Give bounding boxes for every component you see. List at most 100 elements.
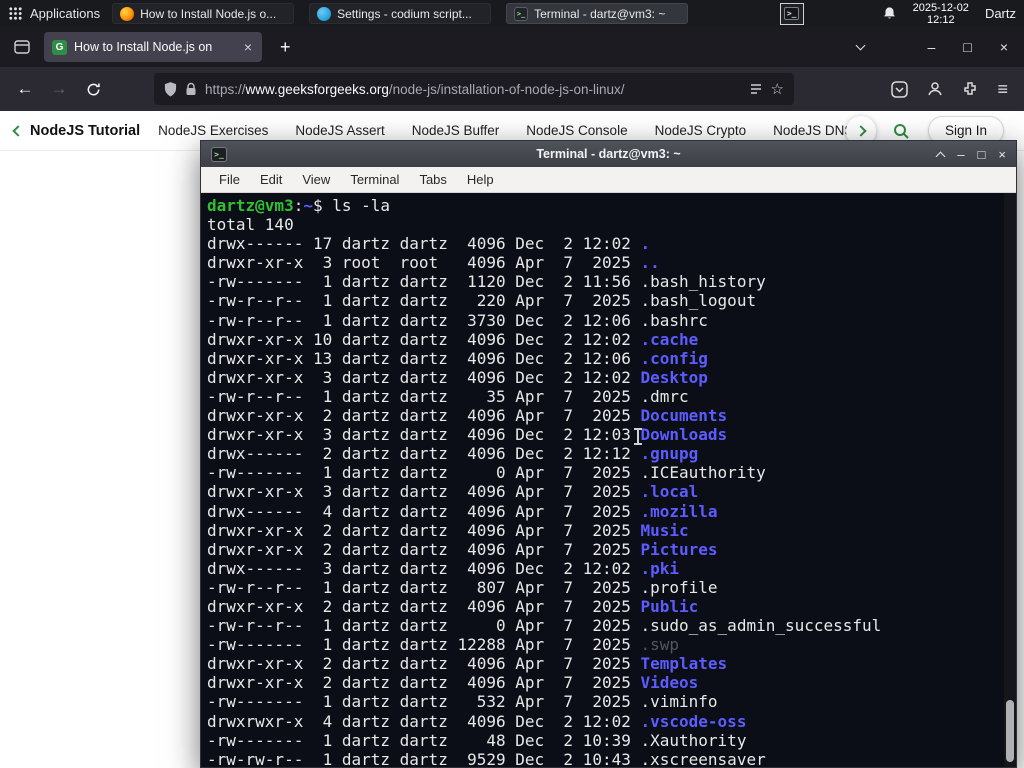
terminal-shade-button[interactable] — [935, 151, 946, 161]
reader-mode-icon[interactable] — [749, 82, 763, 96]
ls-row: -rw------- 1 dartz dartz 532 Apr 7 2025 … — [207, 692, 1016, 711]
new-tab-button[interactable]: + — [272, 37, 299, 58]
terminal-maximize-button[interactable]: □ — [978, 147, 986, 162]
terminal-close-button[interactable]: × — [998, 147, 1006, 162]
site-nav-link[interactable]: NodeJS Assert — [295, 123, 384, 138]
tab-title: How to Install Node.js on — [74, 40, 213, 54]
terminal-titlebar[interactable]: >_ Terminal - dartz@vm3: ~ – □ × — [201, 141, 1016, 167]
window-button-codium[interactable]: Settings - codium script... — [309, 3, 492, 24]
terminal-icon: >_ — [514, 6, 529, 21]
ls-name: .vscode-oss — [640, 711, 747, 731]
site-search-button[interactable] — [892, 122, 910, 140]
ls-row: drwx------ 3 dartz dartz 4096 Dec 2 12:0… — [207, 559, 1016, 578]
terminal-title: Terminal - dartz@vm3: ~ — [536, 147, 681, 161]
terminal-menu-edit[interactable]: Edit — [250, 172, 292, 187]
window-close-button[interactable]: × — [1000, 39, 1008, 55]
tracking-protection-shield-icon[interactable] — [164, 81, 177, 97]
site-nav-link[interactable]: NodeJS Crypto — [655, 123, 747, 138]
prompt-command: ls -la — [322, 196, 391, 215]
pocket-icon[interactable] — [891, 80, 909, 98]
padlock-icon[interactable] — [185, 82, 197, 97]
terminal-minimize-button[interactable]: – — [957, 147, 964, 162]
ls-name: .pki — [640, 558, 680, 578]
window-button-terminal[interactable]: >_ Terminal - dartz@vm3: ~ — [506, 3, 689, 24]
prompt-separator: : — [293, 196, 304, 215]
prompt-symbol: $ — [312, 196, 323, 215]
account-icon[interactable] — [927, 81, 943, 97]
ls-row: drwxr-xr-x 2 dartz dartz 4096 Apr 7 2025… — [207, 673, 1016, 692]
ls-name: .bashrc — [640, 310, 708, 330]
ls-row: drwx------ 2 dartz dartz 4096 Dec 2 12:1… — [207, 444, 1016, 463]
terminal-menu-terminal[interactable]: Terminal — [340, 172, 409, 187]
ls-row: drwxr-xr-x 13 dartz dartz 4096 Dec 2 12:… — [207, 349, 1016, 368]
ls-meta: drwxr-xr-x 3 dartz dartz 4096 Dec 2 12:0… — [207, 367, 641, 387]
browser-tab[interactable]: G How to Install Node.js on × — [44, 32, 262, 62]
applications-grid-icon — [9, 7, 22, 20]
extensions-icon[interactable] — [962, 81, 978, 97]
url-path: /node-js/installation-of-node-js-on-linu… — [388, 81, 625, 97]
url-host: www.geeksforgeeks.org — [245, 81, 389, 97]
site-nav-link[interactable]: NodeJS Buffer — [412, 123, 500, 138]
ls-output: drwx------ 17 dartz dartz 4096 Dec 2 12:… — [207, 234, 1016, 767]
list-all-tabs-icon[interactable] — [855, 40, 865, 51]
site-nav-links: NodeJS Exercises NodeJS Assert NodeJS Buff… — [158, 123, 860, 138]
ls-meta: drwxr-xr-x 10 dartz dartz 4096 Dec 2 12:… — [207, 329, 641, 349]
ls-name: .swp — [640, 635, 680, 655]
codium-icon — [317, 6, 332, 21]
ls-name: .viminfo — [640, 692, 718, 712]
site-nav-forward-chevron-icon — [855, 124, 867, 137]
notification-bell-icon[interactable] — [882, 6, 897, 21]
ls-meta: drwxr-xr-x 2 dartz dartz 4096 Apr 7 2025 — [207, 539, 641, 559]
firefox-icon — [120, 6, 135, 21]
ls-name: .cache — [640, 329, 699, 349]
ls-name: Pictures — [640, 539, 718, 559]
terminal-menu-view[interactable]: View — [292, 172, 340, 187]
ls-row: drwxr-xr-x 3 dartz dartz 4096 Dec 2 12:0… — [207, 425, 1016, 444]
terminal-scrollbar[interactable] — [1004, 193, 1016, 767]
ls-row: drwxr-xr-x 2 dartz dartz 4096 Apr 7 2025… — [207, 406, 1016, 425]
window-button-firefox[interactable]: How to Install Node.js o... — [112, 3, 295, 24]
terminal-menu-help[interactable]: Help — [457, 172, 504, 187]
prompt-cwd: ~ — [303, 196, 313, 215]
tab-close-icon[interactable]: × — [242, 39, 254, 55]
ls-row: -rw------- 1 dartz dartz 12288 Apr 7 202… — [207, 635, 1016, 654]
ls-name: Documents — [640, 406, 728, 426]
terminal-menu-file[interactable]: File — [209, 172, 250, 187]
ls-name: Downloads — [640, 425, 728, 445]
back-button[interactable]: ← — [10, 74, 40, 104]
firefox-view-button[interactable] — [8, 34, 36, 60]
clock[interactable]: 2025-12-02 12:12 — [913, 2, 969, 26]
ls-meta: drwxr-xr-x 2 dartz dartz 4096 Apr 7 2025 — [207, 596, 641, 616]
forward-button[interactable]: → — [44, 74, 74, 104]
site-nav-link[interactable]: NodeJS Console — [526, 123, 627, 138]
window-minimize-button[interactable]: – — [928, 39, 936, 55]
terminal-output[interactable]: dartz@vm3:~$ ls -la total 140 drwx------… — [201, 193, 1016, 767]
ls-name: Templates — [640, 654, 728, 674]
applications-menu-button[interactable]: Applications — [0, 0, 112, 27]
ls-meta: drwxr-xr-x 2 dartz dartz 4096 Apr 7 2025 — [207, 654, 641, 674]
terminal-scrollbar-thumb[interactable] — [1006, 700, 1014, 762]
ls-name: Videos — [640, 673, 699, 693]
ls-meta: drwxr-xr-x 2 dartz dartz 4096 Apr 7 2025 — [207, 520, 641, 540]
ls-name: Desktop — [640, 367, 708, 387]
ls-row: -rw-r--r-- 1 dartz dartz 35 Apr 7 2025 .… — [207, 387, 1016, 406]
user-menu[interactable]: Dartz — [985, 6, 1016, 21]
window-maximize-button[interactable]: □ — [963, 39, 971, 55]
site-nav-title[interactable]: NodeJS Tutorial — [30, 123, 140, 139]
site-nav-back-chevron-icon[interactable] — [12, 124, 24, 137]
ls-row: drwxr-xr-x 2 dartz dartz 4096 Apr 7 2025… — [207, 654, 1016, 673]
site-nav-link[interactable]: NodeJS DNS — [773, 123, 853, 138]
terminal-menu-tabs[interactable]: Tabs — [409, 172, 456, 187]
ls-meta: -rw-r--r-- 1 dartz dartz 3730 Dec 2 12:0… — [207, 310, 641, 330]
window-button-label: How to Install Node.js o... — [140, 6, 277, 21]
bookmark-star-icon[interactable]: ☆ — [771, 80, 784, 98]
ls-meta: -rw-r--r-- 1 dartz dartz 0 Apr 7 2025 — [207, 616, 641, 636]
navigation-toolbar: ← → https://www.geeksforgeeks.org/node-j… — [0, 67, 1024, 111]
tray-terminal-icon[interactable]: >_ — [779, 2, 804, 25]
reload-button[interactable] — [78, 74, 108, 104]
url-bar[interactable]: https://www.geeksforgeeks.org/node-js/in… — [154, 73, 794, 105]
app-menu-icon[interactable]: ≡ — [997, 79, 1008, 100]
site-nav-link[interactable]: NodeJS Exercises — [158, 123, 268, 138]
total-line: total 140 — [207, 215, 294, 235]
ls-row: -rw-rw-r-- 1 dartz dartz 9529 Dec 2 10:4… — [207, 750, 1016, 767]
